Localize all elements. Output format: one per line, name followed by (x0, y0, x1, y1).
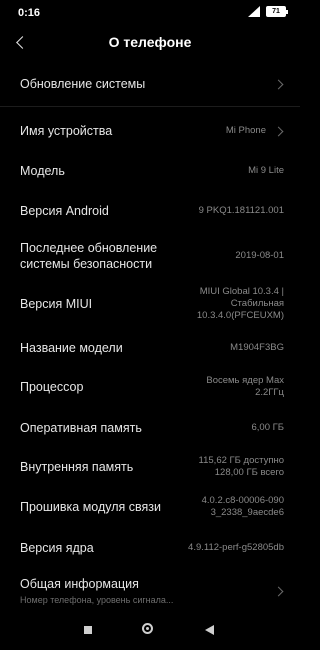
list-item-kernel: Версия ядра 4.9.112-perf-g52805db (0, 534, 300, 562)
item-label: Прошивка модуля связи (20, 500, 162, 514)
signal-icon (248, 6, 260, 17)
item-label: Имя устройства (20, 124, 113, 138)
item-label: Обновление системы (20, 77, 146, 91)
item-value: Mi Phone (225, 125, 266, 136)
item-value: 6,00 ГБ (251, 422, 284, 433)
navigation-bar (0, 612, 300, 650)
item-value: 4.9.112-perf-g52805db (188, 542, 284, 553)
page-title: О телефоне (108, 34, 192, 50)
list-item-model-name: Название модели M1904F3BG (0, 334, 300, 362)
list-item-android-version: Версия Android 9 PKQ1.181121.001 (0, 198, 300, 226)
item-label: Версия Android (20, 204, 109, 218)
list-item-security-patch: Последнее обновление системы безопасност… (0, 238, 300, 274)
item-value: 115,62 ГБ доступно 128,00 ГБ всего (198, 455, 284, 478)
item-subtitle: Номер телефона, уровень сигнала... (20, 595, 174, 605)
list-item-miui-version: Версия MIUI MIUI Global 10.3.4 | Стабиль… (0, 284, 300, 324)
item-label: Оперативная память (20, 421, 142, 435)
item-label: Внутренняя память (20, 460, 134, 474)
item-label: Процессор (20, 380, 84, 394)
chevron-right-icon (273, 79, 284, 90)
item-value: 2019-08-01 (235, 250, 284, 261)
item-value: MIUI Global 10.3.4 | Стабильная 10.3.4.0… (196, 286, 284, 321)
item-label: Общая информация (20, 577, 139, 591)
chevron-right-icon (273, 586, 284, 597)
section-divider (0, 106, 300, 107)
item-value: 4.0.2.c8-00006-0903_2338_9aecde6 (201, 495, 284, 518)
item-value: Mi 9 Lite (248, 165, 284, 176)
battery-icon: 71 (266, 6, 288, 17)
list-item-storage: Внутренняя память 115,62 ГБ доступно 128… (0, 452, 300, 484)
back-icon[interactable] (205, 625, 214, 635)
status-time: 0:16 (18, 7, 41, 19)
list-item-baseband: Прошивка модуля связи 4.0.2.c8-00006-090… (0, 492, 300, 524)
recents-icon[interactable] (84, 626, 92, 634)
item-label: Модель (20, 164, 65, 178)
item-label: Версия MIUI (20, 297, 93, 311)
list-item-model: Модель Mi 9 Lite (0, 158, 300, 186)
status-icons: 71 (248, 6, 288, 17)
item-label: Последнее обновление системы безопасност… (20, 241, 158, 271)
top-bar: О телефоне (0, 26, 300, 62)
item-value: 9 PKQ1.181121.001 (198, 205, 284, 216)
list-item-system-update[interactable]: Обновление системы (0, 70, 300, 98)
item-label: Версия ядра (20, 541, 94, 555)
list-item-ram: Оперативная память 6,00 ГБ (0, 414, 300, 442)
item-value: Восемь ядер Max 2.2ГГц (206, 375, 284, 398)
list-item-general-info[interactable]: Общая информация Номер телефона, уровень… (0, 574, 300, 610)
list-item-device-name[interactable]: Имя устройства Mi Phone (0, 118, 300, 146)
item-label: Название модели (20, 341, 123, 355)
chevron-right-icon (273, 126, 284, 137)
list-item-processor: Процессор Восемь ядер Max 2.2ГГц (0, 372, 300, 404)
item-value: M1904F3BG (230, 342, 284, 353)
status-bar: 0:16 71 (0, 0, 300, 26)
home-icon[interactable] (142, 623, 153, 634)
